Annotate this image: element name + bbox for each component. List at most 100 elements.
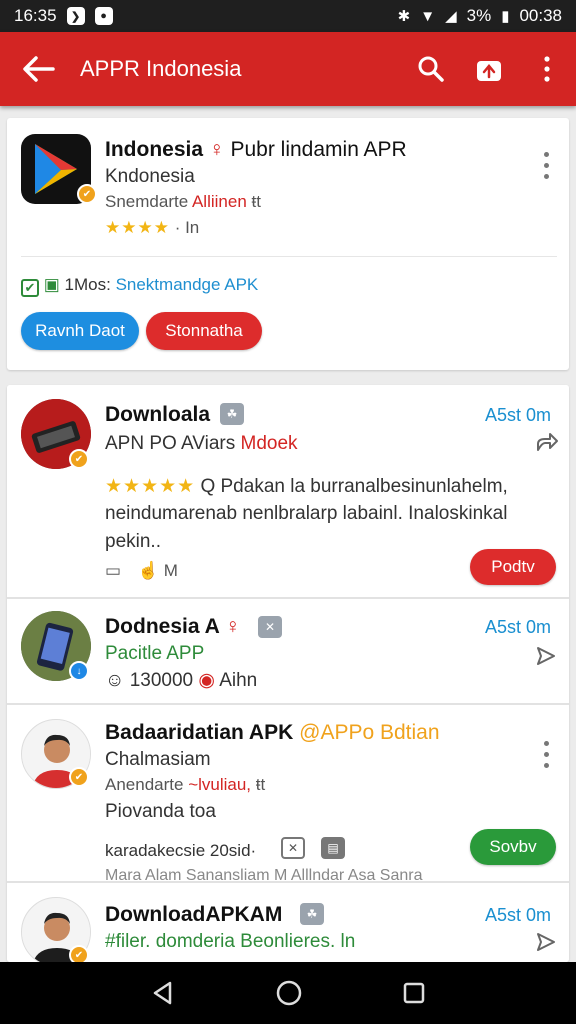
app-list: ✔ Downloala ☘ A5st 0m APN PO AViars Mdoe… bbox=[7, 385, 569, 962]
featured-meta-developer: Snemdarte bbox=[105, 192, 189, 211]
item-title-text: Dodnesia A bbox=[105, 615, 219, 638]
item-meta-tail: ŧt bbox=[255, 775, 266, 794]
item-title: DownloadAPKAM bbox=[105, 903, 283, 926]
share-icon[interactable] bbox=[535, 431, 559, 453]
signal-icon: ◢ bbox=[445, 8, 457, 25]
featured-meta-tail: ŧt bbox=[251, 192, 261, 211]
back-button[interactable] bbox=[0, 32, 76, 106]
featured-app-card[interactable]: ✔ Indonesia ♀ Pubr lindamin APR Kndonesi… bbox=[7, 118, 569, 370]
list-item[interactable]: ✔ Downloala ☘ A5st 0m APN PO AViars Mdoe… bbox=[7, 385, 569, 597]
status-time-right: 00:38 bbox=[519, 6, 562, 25]
nav-home-icon[interactable] bbox=[275, 979, 303, 1007]
verified-badge-icon: ✔ bbox=[69, 945, 89, 962]
wifi-icon: ▼ bbox=[420, 7, 436, 25]
tag-icon: ☘ bbox=[300, 903, 324, 925]
status-time-left: 16:35 bbox=[14, 6, 57, 25]
featured-meta: Snemdarte Alliinen ŧt bbox=[105, 192, 261, 212]
thumb-up-icon: ☝ bbox=[137, 561, 159, 580]
item-time: A5st 0m bbox=[484, 905, 551, 925]
more-vert-icon bbox=[544, 56, 550, 82]
verified-badge-icon: ✔ bbox=[77, 184, 97, 204]
featured-info-prefix: 1Mos: bbox=[64, 275, 111, 294]
item-description-3: pekin.. bbox=[105, 531, 161, 552]
item-subtitle-tag: Mdoek bbox=[240, 433, 298, 454]
bluetooth-icon: ✱ bbox=[397, 8, 411, 25]
overflow-menu-button[interactable] bbox=[518, 32, 576, 106]
item-footer: karadakecsie 20sid· bbox=[105, 841, 257, 860]
list-item[interactable]: ✔ DownloadAPKAM ☘ A5st 0m #filer. domder… bbox=[7, 883, 569, 962]
item-description-line: ★★★★★ Q Pdakan la burranalbesinunlahelm, bbox=[105, 475, 508, 498]
item-meta: Anendarte ~lvuliau, ŧt bbox=[105, 775, 265, 795]
featured-title-rest: Pubr lindamin APR bbox=[230, 138, 407, 161]
arrow-left-icon bbox=[23, 56, 55, 82]
featured-app-title: Indonesia ♀ Pubr lindamin APR bbox=[105, 138, 407, 162]
item-more-button[interactable] bbox=[542, 741, 550, 768]
notification-circle-icon: ● bbox=[94, 7, 113, 25]
nav-back-icon[interactable] bbox=[150, 980, 176, 1006]
list-item[interactable]: ✔ Badaaridatian APK @APPo Bdtian Chalmas… bbox=[7, 705, 569, 884]
item-title: Dodnesia A ♀ bbox=[105, 615, 241, 639]
notification-app-icon: ❯ bbox=[66, 7, 85, 25]
card-divider bbox=[21, 256, 557, 257]
star-rating: ★★★★ bbox=[105, 218, 170, 237]
featured-title-main: Indonesia bbox=[105, 138, 204, 161]
item-footer: ▭ ☝ M bbox=[105, 561, 178, 581]
item-subtitle: Pacitle APP bbox=[105, 643, 205, 664]
search-button[interactable] bbox=[402, 32, 460, 106]
vr-icon: ▭ bbox=[105, 561, 122, 580]
search-icon bbox=[418, 56, 444, 82]
item-action-button[interactable]: Podtv bbox=[470, 549, 556, 585]
item-time: A5st 0m bbox=[484, 405, 551, 425]
featured-secondary-button[interactable]: Stonnatha bbox=[146, 312, 262, 350]
image-icon: ✕ bbox=[258, 616, 282, 638]
featured-subtitle: Kndonesia bbox=[105, 166, 195, 187]
system-nav-bar bbox=[0, 962, 576, 1024]
featured-primary-button[interactable]: Ravnh Daot bbox=[21, 312, 139, 350]
verified-badge-icon: ✔ bbox=[69, 449, 89, 469]
list-item[interactable]: ↓ Dodnesia A ♀ ✕ A5st 0m Pacitle APP ☺ 1… bbox=[7, 599, 569, 703]
rating-suffix: · In bbox=[174, 218, 200, 237]
item-subtitle: Chalmasiam bbox=[105, 749, 211, 770]
featured-info-link[interactable]: Snektmandge APK bbox=[116, 275, 259, 294]
battery-percent: 3% bbox=[466, 6, 492, 25]
image-icon[interactable]: ✕ bbox=[281, 837, 305, 859]
verified-badge-icon: ✔ bbox=[69, 767, 89, 787]
page-title: APPR Indonesia bbox=[80, 56, 242, 81]
person-icon: ☺ bbox=[105, 670, 125, 691]
item-description-1: Q Pdakan la burranalbesinunlahelm, bbox=[200, 476, 508, 497]
item-stats: ☺ 130000 ◉ Aihn bbox=[105, 669, 257, 692]
item-time: A5st 0m bbox=[484, 617, 551, 637]
item-footer-text: M bbox=[163, 561, 178, 580]
shopping-bag-icon bbox=[477, 61, 501, 81]
item-stats-count: 130000 bbox=[129, 670, 194, 691]
item-meta-tag: ~lvuliau, bbox=[188, 775, 252, 794]
item-subtitle-developer: APN PO AViars bbox=[105, 433, 236, 454]
link-icon: ♀ bbox=[208, 138, 225, 161]
store-button[interactable] bbox=[460, 32, 518, 106]
send-icon[interactable] bbox=[535, 931, 557, 953]
checkbox-icon: ✔ bbox=[21, 279, 39, 297]
item-subtitle: APN PO AViars Mdoek bbox=[105, 433, 298, 455]
send-icon[interactable] bbox=[535, 645, 557, 667]
status-bar: 16:35 ❯ ● ✱ ▼ ◢ 3% ▮ 00:38 bbox=[0, 0, 576, 32]
record-icon: ◉ bbox=[198, 670, 215, 691]
item-action-button[interactable]: Sovbv bbox=[470, 829, 556, 865]
link-icon: ♀ bbox=[224, 615, 241, 638]
item-title: Badaaridatian APK @APPo Bdtian bbox=[105, 721, 440, 745]
featured-meta-tag: Alliinen bbox=[191, 192, 247, 211]
item-subtitle: #filer. domderia Beonlieres. ln bbox=[105, 931, 356, 952]
file-icon[interactable]: ▤ bbox=[321, 837, 345, 859]
tag-icon: ☘ bbox=[220, 403, 244, 425]
featured-rating: ★★★★ · In bbox=[105, 218, 199, 238]
item-meta-developer: Anendarte bbox=[105, 775, 184, 794]
package-icon: ▣ bbox=[43, 275, 60, 294]
item-stats-tail: Aihn bbox=[219, 670, 258, 691]
item-extra: Piovanda toa bbox=[105, 801, 216, 822]
app-bar: APPR Indonesia bbox=[0, 32, 576, 106]
nav-recents-icon[interactable] bbox=[402, 981, 426, 1005]
download-badge-icon: ↓ bbox=[69, 661, 89, 681]
item-description-2: neindumarenab nenlbralarp labainl. Inalo… bbox=[105, 503, 508, 524]
item-title: Downloala bbox=[105, 403, 211, 426]
item-title-text: Badaaridatian APK bbox=[105, 721, 294, 744]
featured-more-button[interactable] bbox=[542, 152, 550, 179]
